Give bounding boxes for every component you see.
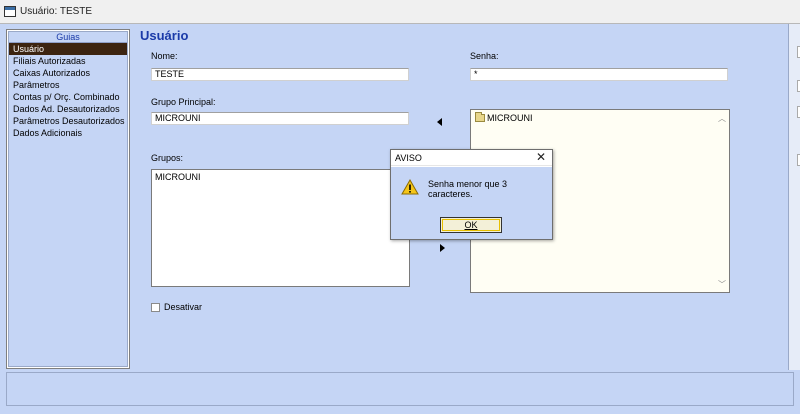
senha-field[interactable]: *: [470, 68, 728, 81]
grupos-label: Grupos:: [151, 153, 184, 163]
nome-label: Nome:: [151, 51, 178, 61]
sidebar-item-filiais-autorizadas[interactable]: Filiais Autorizadas: [9, 55, 127, 67]
scroll-up-chevron-icon[interactable]: ︿: [718, 113, 726, 124]
app-window-icon: [4, 6, 16, 17]
grupo-principal-label: Grupo Principal:: [151, 97, 216, 107]
warning-dialog: AVISO ✕ Senha menor que 3 caracteres. OK: [390, 149, 553, 240]
sidebar-item-parametros-desautorizados[interactable]: Parâmetros Desautorizados: [9, 115, 127, 127]
folder-icon: [475, 112, 485, 122]
close-icon[interactable]: ✕: [536, 151, 546, 163]
page-title: Usuário: [140, 28, 189, 43]
desativar-label: Desativar: [164, 302, 203, 312]
window-title: Usuário: TESTE: [20, 6, 93, 17]
move-left-arrow-icon[interactable]: [437, 118, 442, 126]
move-right-arrow-icon[interactable]: [440, 244, 445, 252]
sidebar: Guias Usuário Filiais Autorizadas Caixas…: [6, 29, 130, 369]
tree-item[interactable]: MICROUNI: [475, 112, 533, 123]
bottom-panel: [6, 372, 794, 406]
grupos-list-item[interactable]: MICROUNI: [155, 172, 406, 182]
warning-icon: [401, 179, 419, 195]
tree-item-label: MICROUNI: [487, 113, 533, 123]
ok-button-label: OK: [464, 220, 478, 230]
dialog-message: Senha menor que 3 caracteres.: [428, 179, 508, 199]
sidebar-item-parametros[interactable]: Parâmetros: [9, 79, 127, 91]
grupo-principal-field[interactable]: MICROUNI: [151, 112, 409, 125]
window-titlebar: Usuário: TESTE: [0, 0, 800, 24]
desativar-checkbox-row[interactable]: Desativar: [151, 302, 202, 312]
scroll-down-chevron-icon[interactable]: ﹀: [718, 279, 726, 290]
dialog-title: AVISO: [395, 153, 422, 163]
right-edge-panel: [788, 24, 800, 370]
sidebar-item-caixas-autorizados[interactable]: Caixas Autorizados: [9, 67, 127, 79]
sidebar-item-dados-ad-desautorizados[interactable]: Dados Ad. Desautorizados: [9, 103, 127, 115]
nome-field[interactable]: TESTE: [151, 68, 409, 81]
grupos-listbox[interactable]: MICROUNI: [151, 169, 410, 287]
sidebar-item-usuario[interactable]: Usuário: [9, 43, 127, 55]
sidebar-item-contas-orc-combinado[interactable]: Contas p/ Orç. Combinado: [9, 91, 127, 103]
ok-button[interactable]: OK: [440, 217, 502, 233]
sidebar-header: Guias: [9, 32, 127, 43]
dialog-titlebar: AVISO ✕: [391, 150, 552, 166]
senha-label: Senha:: [470, 51, 499, 61]
dialog-body: Senha menor que 3 caracteres. OK: [391, 167, 552, 239]
desativar-checkbox[interactable]: [151, 302, 160, 312]
sidebar-item-dados-adicionais[interactable]: Dados Adicionais: [9, 127, 127, 139]
